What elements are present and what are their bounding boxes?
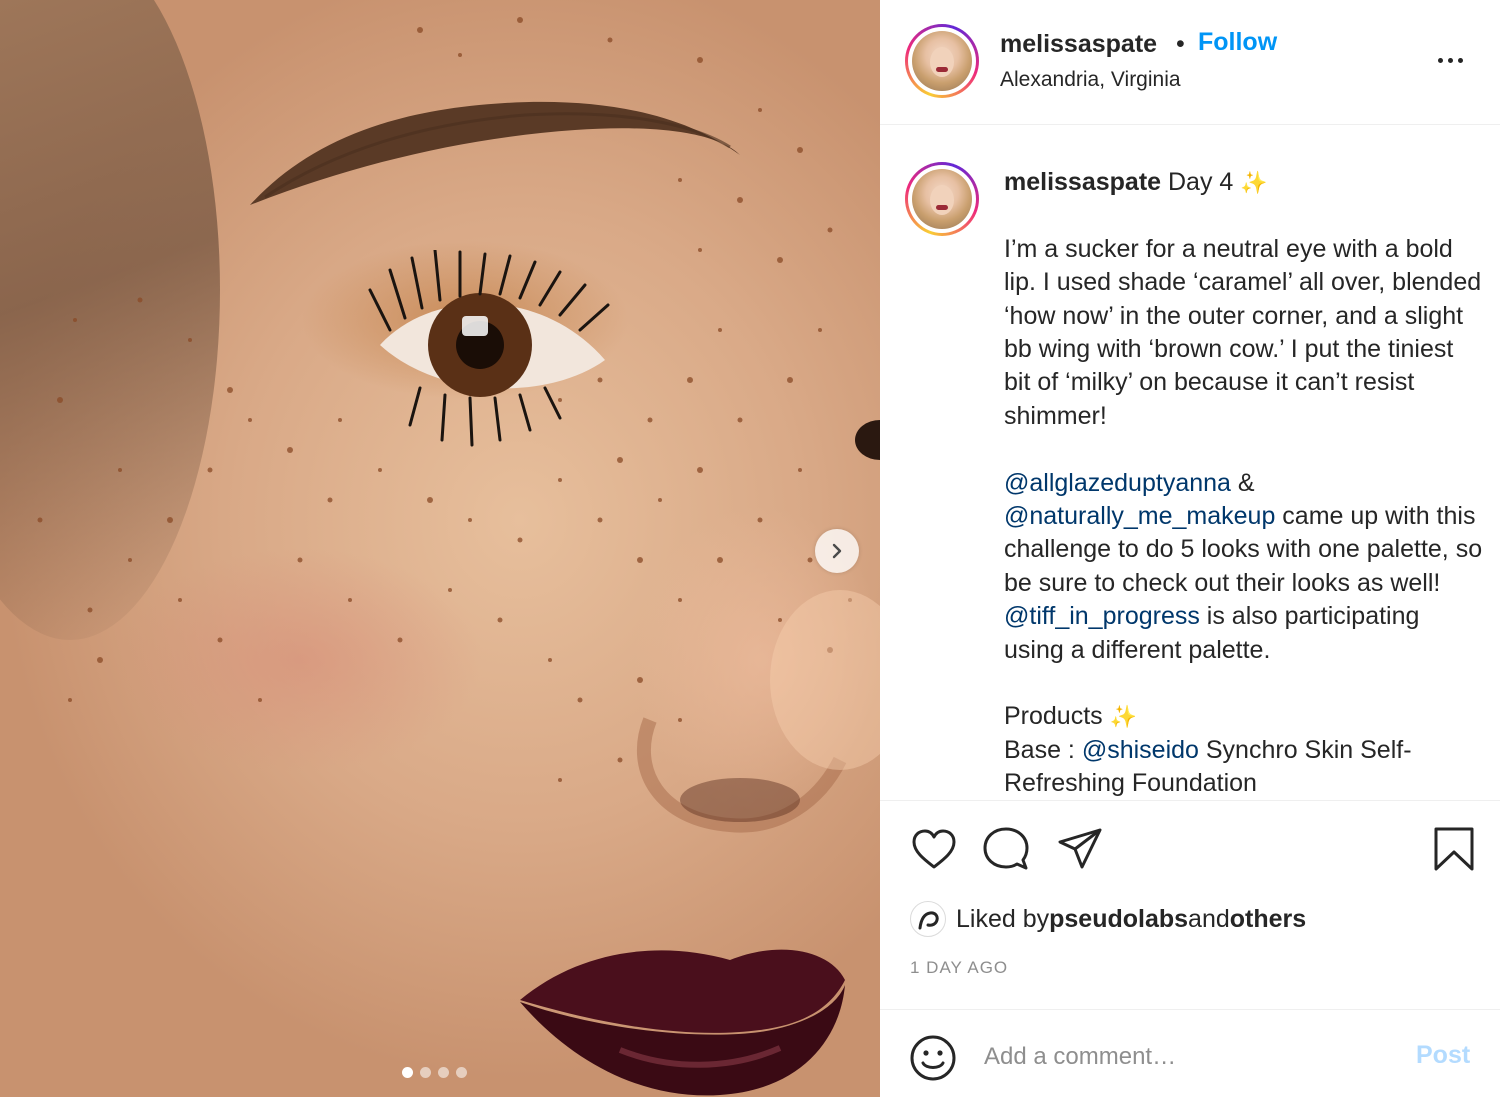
likes-middle: and (1188, 904, 1230, 933)
post-header: melissaspate • Follow Alexandria, Virgin… (880, 0, 1500, 125)
author-username[interactable]: melissaspate (1000, 30, 1157, 59)
paper-plane-icon (1058, 828, 1102, 869)
caption-paragraph-1: I’m a sucker for a neutral eye with a bo… (1004, 234, 1482, 430)
caption-username[interactable]: melissaspate (1004, 168, 1161, 196)
header-separator: • (1176, 30, 1185, 58)
caption-avatar[interactable] (905, 162, 979, 236)
second-eye (855, 420, 880, 460)
comment-button[interactable] (980, 823, 1032, 875)
chevron-right-icon (832, 543, 842, 559)
eyebrow (250, 101, 740, 205)
post-side-panel: melissaspate • Follow Alexandria, Virgin… (880, 0, 1500, 1097)
likes-prefix: Liked by (956, 904, 1050, 933)
like-button[interactable] (908, 823, 960, 875)
liker-username[interactable]: pseudolabs (1049, 905, 1188, 934)
post-timestamp[interactable]: 1 DAY AGO (910, 958, 1008, 978)
caption-text: & (1230, 468, 1255, 497)
caption-title: Day 4 (1168, 168, 1234, 196)
more-options-icon[interactable] (1430, 50, 1470, 70)
liker-avatar[interactable] (910, 901, 946, 937)
share-button[interactable] (1054, 823, 1106, 875)
eye (368, 250, 610, 447)
comment-form: Post (880, 1011, 1500, 1097)
lips (520, 949, 845, 1096)
products-label: Products (1004, 702, 1103, 731)
caption-area: melissaspate Day 4 ✨ I’m a sucker for a … (880, 126, 1500, 798)
caption-text: Base : (1004, 735, 1082, 764)
post-photo (0, 0, 880, 1097)
likes-summary: Liked by pseudolabs and others (910, 899, 1306, 939)
mention-link[interactable]: @naturally_me_makeup (1004, 502, 1275, 530)
carousel-indicator (402, 1067, 467, 1078)
nose (636, 590, 880, 833)
carousel-dot (456, 1067, 467, 1078)
save-button[interactable] (1428, 823, 1480, 875)
likes-others-link[interactable]: others (1230, 905, 1306, 934)
carousel-dot (420, 1067, 431, 1078)
mention-link[interactable]: @allglazeduptyanna (1004, 469, 1231, 497)
carousel-dot (438, 1067, 449, 1078)
post-comment-button[interactable]: Post (1416, 1041, 1470, 1070)
bookmark-icon (1434, 827, 1474, 871)
sparkles-icon: ✨ (1240, 170, 1268, 195)
comment-input[interactable] (984, 1037, 1384, 1077)
carousel-dot (402, 1067, 413, 1078)
mention-link[interactable]: @shiseido (1082, 736, 1199, 764)
pseudolabs-logo-icon (918, 911, 939, 930)
speech-bubble-icon (983, 827, 1029, 870)
sparkles-icon: ✨ (1109, 704, 1138, 730)
post-actions: Liked by pseudolabs and others 1 DAY AGO (880, 800, 1500, 1010)
heart-icon (912, 829, 956, 869)
post-location[interactable]: Alexandria, Virginia (1000, 68, 1181, 92)
follow-button[interactable]: Follow (1198, 28, 1277, 57)
post-caption: melissaspate Day 4 ✨ I’m a sucker for a … (1004, 166, 1484, 798)
emoji-button[interactable] (908, 1033, 958, 1083)
mention-link[interactable]: @tiff_in_progress (1004, 602, 1200, 630)
author-avatar[interactable] (905, 24, 979, 98)
next-slide-button[interactable] (815, 529, 859, 573)
smiley-icon (910, 1035, 956, 1081)
